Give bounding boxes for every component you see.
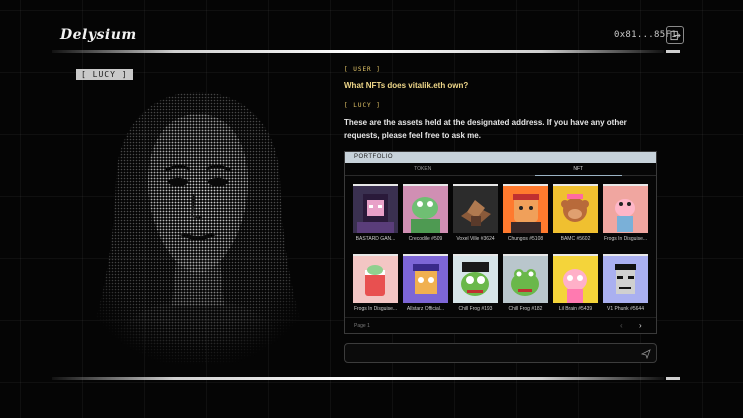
nft-name: Frogs In Disguise...	[603, 236, 648, 242]
chevron-right-icon[interactable]: ›	[639, 321, 642, 330]
nft-thumbnail	[453, 254, 498, 303]
nft-name: V1 Phunk #5644	[607, 306, 644, 312]
lucy-message: These are the assets held at the designa…	[344, 118, 627, 140]
nft-card[interactable]: Chungos #5108	[503, 184, 548, 246]
nft-card[interactable]: BASTARD GAN...	[353, 184, 398, 246]
chevron-left-icon[interactable]: ‹	[620, 321, 623, 330]
logout-button[interactable]	[666, 26, 684, 44]
logout-icon	[669, 30, 681, 40]
portfolio-title: PORTFOLIO	[345, 152, 656, 163]
nft-thumbnail	[603, 184, 648, 233]
bottom-divider	[52, 377, 664, 380]
send-icon[interactable]	[641, 349, 651, 359]
nft-name: Chungos #5108	[507, 236, 544, 242]
nft-thumbnail	[353, 184, 398, 233]
message-role-lucy: [ LUCY ]	[344, 102, 381, 109]
nft-card[interactable]: Frogs In Disguise...	[603, 184, 648, 246]
nft-card[interactable]: Crecodile #509	[403, 184, 448, 246]
nft-grid: BASTARD GAN... Crecodile #509 Voxel Ville …	[353, 184, 651, 316]
nft-name: Lil Brain #5439	[558, 306, 593, 312]
bottom-corner-accent	[666, 377, 680, 380]
nft-thumbnail	[553, 254, 598, 303]
user-message: What NFTs does vitalik.eth own?	[344, 81, 469, 90]
nft-thumbnail	[503, 184, 548, 233]
nft-card[interactable]: Chill Frog #193	[453, 254, 498, 316]
nft-name: Voxel Ville #3624	[456, 236, 495, 242]
nft-thumbnail	[553, 184, 598, 233]
portfolio-panel: PORTFOLIO TOKEN NFT BASTARD GAN... Crecod…	[344, 151, 657, 334]
message-role-user: [ USER ]	[344, 66, 381, 73]
nft-thumbnail	[453, 184, 498, 233]
nft-name: Chill Frog #193	[458, 306, 493, 312]
nft-thumbnail	[353, 254, 398, 303]
nft-card[interactable]: Lil Brain #5439	[553, 254, 598, 316]
nft-name: Allstarz Official...	[406, 306, 445, 312]
nft-card[interactable]: Voxel Ville #3624	[453, 184, 498, 246]
top-divider	[52, 50, 664, 53]
chat-input-bar	[344, 343, 657, 363]
nft-card[interactable]: Allstarz Official...	[403, 254, 448, 316]
tab-token[interactable]: TOKEN	[345, 163, 501, 175]
nft-thumbnail	[603, 254, 648, 303]
tab-nft[interactable]: NFT	[501, 163, 657, 176]
nft-card[interactable]: BAMC #5602	[553, 184, 598, 246]
nft-name: BASTARD GAN...	[355, 236, 396, 242]
nft-thumbnail	[403, 184, 448, 233]
nft-card[interactable]: V1 Phunk #5644	[603, 254, 648, 316]
pagination: Page 1 ‹ ›	[345, 317, 656, 333]
nft-name: Frogs In Disguise...	[353, 306, 398, 312]
nft-card[interactable]: Frogs In Disguise...	[353, 254, 398, 316]
nft-name: BAMC #5602	[560, 236, 591, 242]
delysium-logo: Delysium	[60, 27, 137, 43]
page-label: Page 1	[354, 323, 370, 329]
nft-card[interactable]: Chill Frog #182	[503, 254, 548, 316]
nft-name: Chill Frog #182	[508, 306, 543, 312]
nft-thumbnail	[503, 254, 548, 303]
chat-input[interactable]	[353, 348, 633, 360]
lucy-portrait	[88, 92, 308, 364]
nft-thumbnail	[403, 254, 448, 303]
nft-name: Crecodile #509	[408, 236, 443, 242]
chat-thread: [ USER ] What NFTs does vitalik.eth own?…	[344, 66, 658, 142]
portfolio-tabs: TOKEN NFT	[345, 163, 656, 176]
character-name-tag: [ LUCY ]	[76, 69, 133, 80]
top-corner-accent	[666, 50, 680, 53]
